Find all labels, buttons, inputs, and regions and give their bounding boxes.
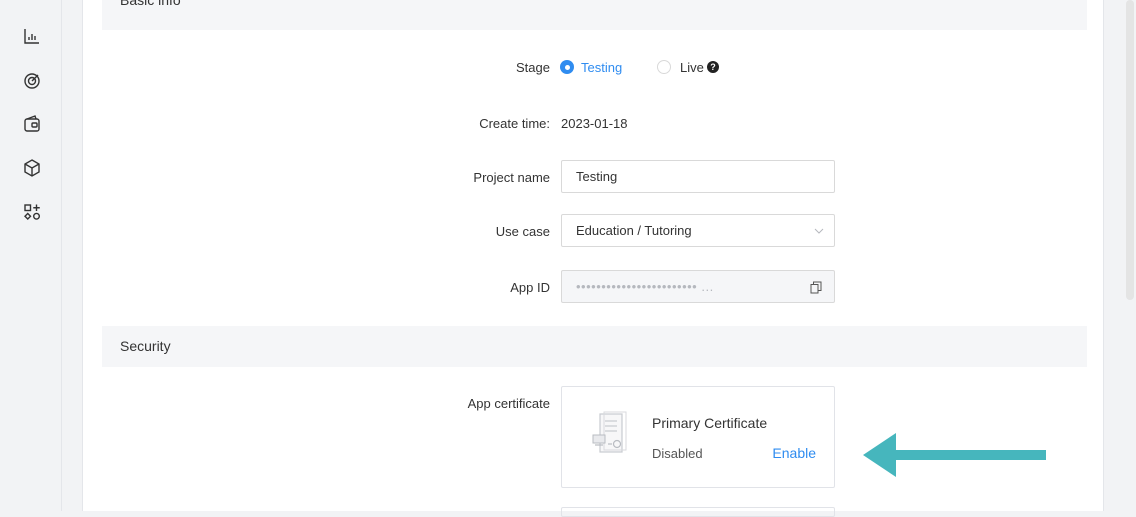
create-time-value: 2023-01-18 — [561, 116, 628, 131]
primary-certificate-card: Primary Certificate Disabled Enable — [561, 386, 835, 488]
use-case-label: Use case — [495, 224, 550, 239]
basic-info-header: Basic info — [102, 0, 1087, 30]
app-id-field: •••••••••••••••••••••••• ... — [561, 270, 835, 303]
stage-testing-radio[interactable] — [560, 60, 574, 74]
security-title: Security — [120, 338, 171, 354]
box-icon[interactable] — [20, 156, 44, 180]
analytics-icon[interactable] — [20, 24, 44, 48]
certificate-status: Disabled — [652, 446, 703, 461]
use-case-value: Education / Tutoring — [576, 223, 692, 238]
chevron-down-icon — [814, 228, 824, 234]
stage-testing-label[interactable]: Testing — [581, 60, 622, 75]
create-time-label: Create time: — [479, 116, 550, 131]
help-icon[interactable]: ? — [707, 61, 719, 73]
sidebar — [0, 0, 62, 511]
radar-icon[interactable] — [20, 69, 44, 93]
stage-live-label[interactable]: Live — [680, 60, 704, 75]
certificate-icon — [592, 411, 627, 453]
extensions-icon[interactable] — [20, 200, 44, 224]
certificate-title: Primary Certificate — [652, 415, 768, 431]
security-header: Security — [102, 326, 1087, 367]
project-name-input[interactable]: Testing — [561, 160, 835, 193]
stage-label: Stage — [516, 60, 550, 75]
app-id-label: App ID — [510, 280, 550, 295]
scrollbar[interactable] — [1122, 0, 1136, 511]
app-certificate-label: App certificate — [467, 396, 550, 411]
next-certificate-card — [561, 507, 835, 517]
use-case-select[interactable]: Education / Tutoring — [561, 214, 835, 247]
copy-icon[interactable] — [810, 281, 822, 294]
app-id-value: •••••••••••••••••••••••• ... — [576, 279, 714, 294]
project-name-label: Project name — [473, 170, 550, 185]
wallet-icon[interactable] — [20, 112, 44, 136]
enable-certificate-link[interactable]: Enable — [772, 445, 816, 461]
pointer-arrow-icon — [863, 433, 1046, 477]
scrollbar-thumb[interactable] — [1126, 0, 1134, 300]
stage-live-radio[interactable] — [657, 60, 671, 74]
basic-info-title: Basic info — [120, 0, 181, 8]
